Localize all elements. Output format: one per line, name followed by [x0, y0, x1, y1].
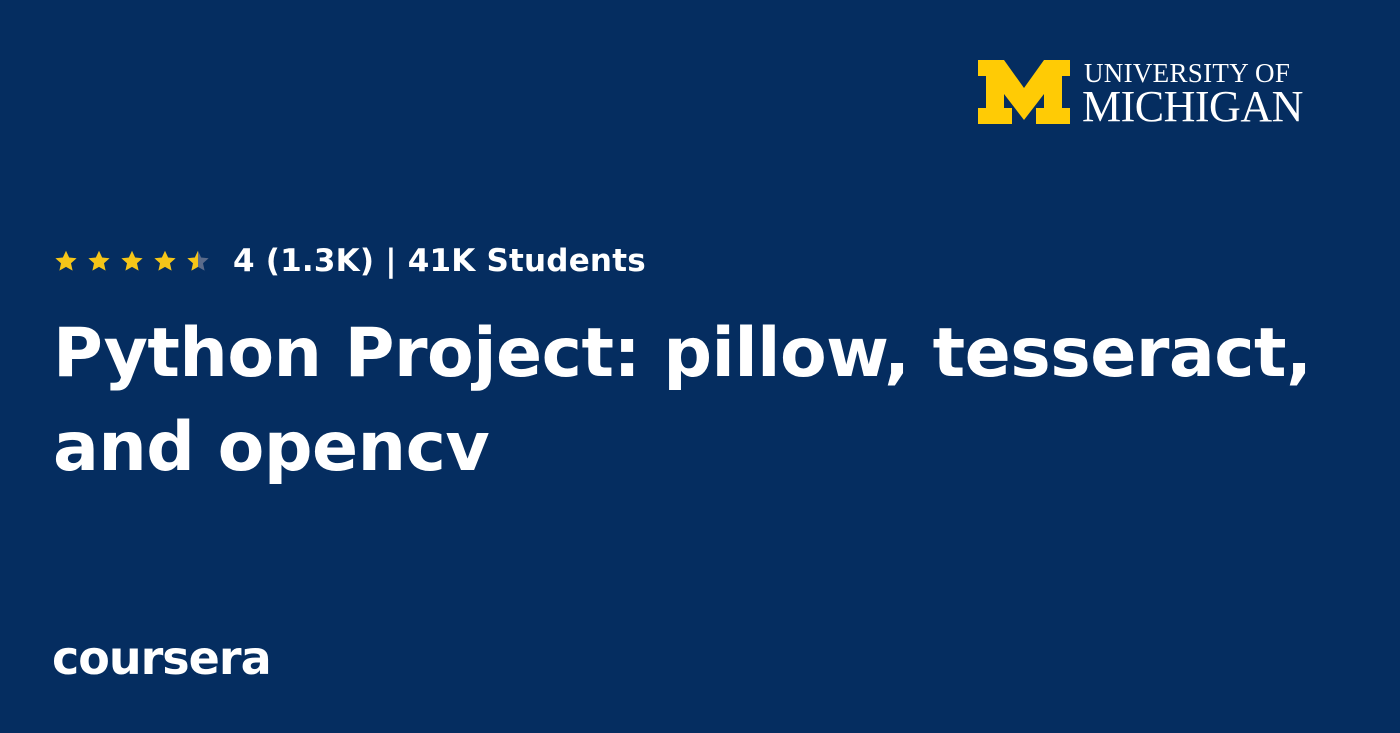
star-icon: [121, 250, 143, 271]
partner-name-line2: MICHIGAN: [1082, 82, 1303, 131]
star-icon: [154, 250, 176, 271]
star-rating: [53, 248, 211, 274]
star-icon: [55, 250, 77, 271]
course-title: Python Project: pillow, tesseract, and o…: [53, 314, 1312, 487]
rating-and-enrollment-text: 4 (1.3K) | 41K Students: [233, 243, 646, 279]
university-of-michigan-logo: UNIVERSITY OF MICHIGAN: [976, 58, 1336, 131]
rating-row: 4 (1.3K) | 41K Students: [53, 240, 646, 282]
coursera-logo: coursera: [52, 631, 272, 685]
course-card: UNIVERSITY OF MICHIGAN 4 (1.3K) | 41K St…: [0, 0, 1400, 733]
block-m-icon: [978, 60, 1070, 124]
half-star-icon: [187, 250, 209, 271]
star-icon: [88, 250, 110, 271]
